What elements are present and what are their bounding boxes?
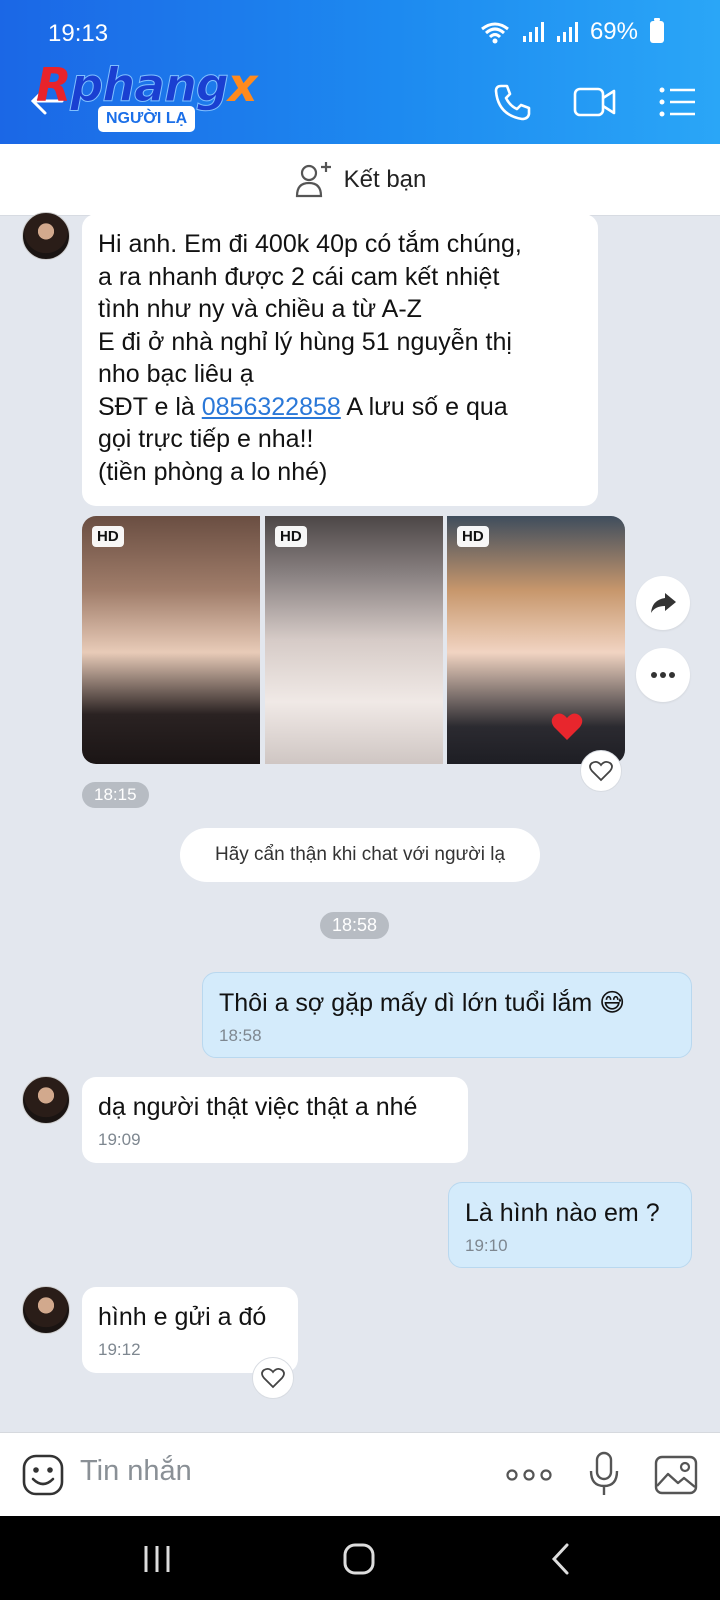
stranger-badge: NGƯỜI LẠ: [98, 106, 196, 132]
message-input-bar: Tin nhắn: [0, 1432, 720, 1516]
add-friend-label: Kết bạn: [343, 165, 427, 193]
add-user-icon: [295, 161, 331, 197]
system-back-icon[interactable]: [550, 1542, 570, 1576]
video-call-icon[interactable]: [572, 82, 618, 122]
photo-1[interactable]: HD: [82, 516, 260, 764]
hd-badge: HD: [275, 526, 307, 547]
contact-avatar[interactable]: [22, 212, 70, 260]
status-time: 19:13: [48, 20, 109, 47]
header-bar: 19:13 69% Rphangx NGƯỜI LẠ: [0, 0, 720, 144]
signal-icon: [522, 22, 544, 42]
share-button[interactable]: [636, 576, 690, 630]
home-icon[interactable]: [342, 1542, 376, 1576]
recent-apps-icon[interactable]: [142, 1544, 172, 1574]
more-dots-icon: [651, 672, 675, 678]
share-arrow-icon: [651, 593, 676, 613]
hd-badge: HD: [457, 526, 489, 547]
more-dots-icon[interactable]: [506, 1469, 552, 1481]
stranger-warning-notice: Hãy cẩn thận khi chat với người lạ: [180, 828, 540, 882]
microphone-icon[interactable]: [588, 1451, 620, 1497]
photo-3[interactable]: HD: [447, 516, 625, 764]
message-text: Là hình nào em ?: [465, 1199, 660, 1227]
more-options-button[interactable]: [636, 648, 690, 702]
message-time: 19:12: [98, 1339, 141, 1359]
add-friend-button[interactable]: Kết bạn: [0, 144, 720, 216]
battery-icon: [650, 18, 664, 43]
emoji-sticker-icon[interactable]: [22, 1454, 64, 1496]
message-time: 19:10: [465, 1235, 508, 1255]
time-divider: 18:58: [320, 912, 390, 939]
watermark-logo: Rphangx: [36, 58, 257, 113]
status-icons: 69%: [480, 18, 664, 46]
hd-badge: HD: [92, 526, 124, 547]
system-navigation-bar: [0, 1516, 720, 1600]
message-text: dạ người thật việc thật a nhé: [98, 1093, 418, 1121]
menu-list-icon[interactable]: [658, 82, 698, 122]
like-button[interactable]: [580, 750, 622, 792]
message-bubble[interactable]: dạ người thật việc thật a nhé 19:09: [82, 1077, 468, 1163]
my-message-bubble[interactable]: Là hình nào em ? 19:10: [448, 1182, 692, 1268]
battery-percent: 69%: [589, 18, 638, 45]
time-divider: 18:15: [82, 782, 149, 808]
heart-outline-icon: [589, 760, 613, 782]
message-text: Thôi a sợ gặp mấy dì lớn tuổi lắm 😅: [219, 989, 626, 1017]
message-time: 18:58: [219, 1025, 262, 1045]
heart-outline-icon: [261, 1367, 285, 1389]
heart-reaction-icon: [551, 713, 583, 740]
contact-avatar[interactable]: [22, 1286, 70, 1334]
message-time: 19:09: [98, 1129, 141, 1149]
contact-avatar[interactable]: [22, 1076, 70, 1124]
message-bubble[interactable]: Hi anh. Em đi 400k 40p có tắm chúng, a r…: [82, 214, 598, 506]
wifi-icon: [481, 22, 509, 44]
photo-2[interactable]: HD: [265, 516, 443, 764]
like-button[interactable]: [252, 1357, 294, 1399]
message-text: Hi anh. Em đi 400k 40p có tắm chúng, a r…: [98, 230, 522, 486]
phone-call-icon[interactable]: [492, 82, 532, 122]
phone-number-link[interactable]: 0856322858: [202, 393, 341, 421]
message-input[interactable]: Tin nhắn: [80, 1455, 192, 1488]
signal-icon-2: [556, 22, 578, 42]
image-gallery-icon[interactable]: [654, 1455, 698, 1495]
message-text: hình e gửi a đó: [98, 1303, 267, 1331]
my-message-bubble[interactable]: Thôi a sợ gặp mấy dì lớn tuổi lắm 😅 18:5…: [202, 972, 692, 1058]
